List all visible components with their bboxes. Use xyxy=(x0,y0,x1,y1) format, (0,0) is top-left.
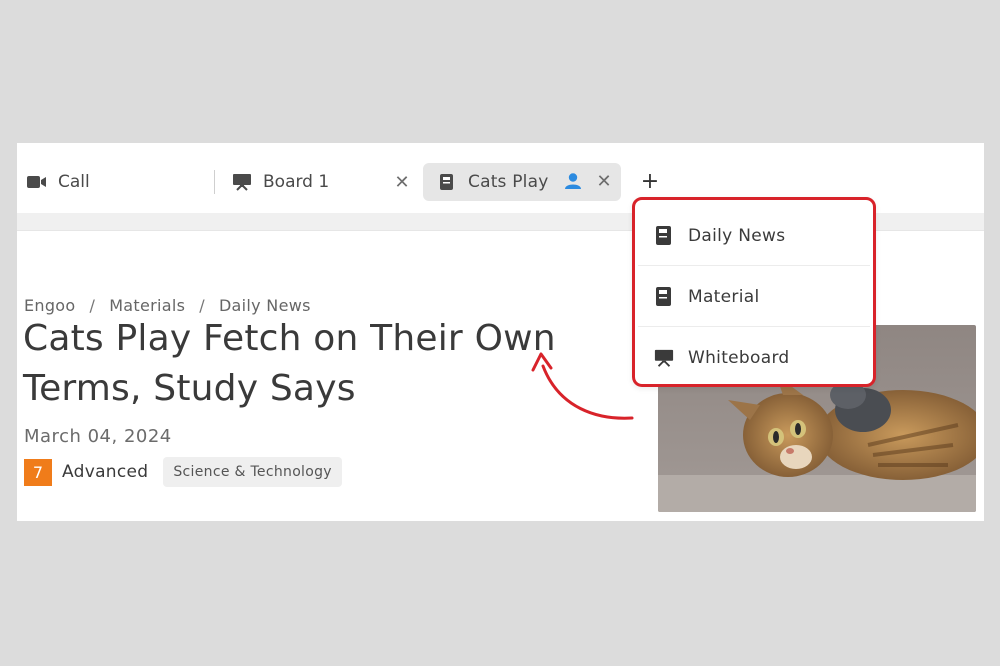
breadcrumb-separator: / xyxy=(199,296,205,315)
breadcrumb: Engoo / Materials / Daily News xyxy=(24,296,311,315)
video-camera-icon xyxy=(27,172,47,192)
tab-board-label: Board 1 xyxy=(263,172,330,192)
menu-item-label: Daily News xyxy=(688,225,786,246)
tab-cats-label: Cats Play xyxy=(468,172,549,192)
menu-item-whiteboard[interactable]: Whiteboard xyxy=(638,328,870,388)
tab-board-1[interactable]: Board 1 ✕ xyxy=(232,163,412,201)
add-tab-button[interactable]: + xyxy=(638,169,662,194)
level-badge: 7 xyxy=(24,458,52,486)
level-label: Advanced xyxy=(62,462,149,482)
article-date: March 04, 2024 xyxy=(24,426,172,447)
tab-call-label: Call xyxy=(58,172,90,192)
level-row: 7 Advanced Science & Technology xyxy=(24,457,342,487)
close-icon[interactable]: ✕ xyxy=(392,172,412,193)
book-icon xyxy=(654,225,674,247)
breadcrumb-engoo[interactable]: Engoo xyxy=(24,296,75,315)
whiteboard-icon xyxy=(232,172,252,192)
menu-item-label: Whiteboard xyxy=(688,348,790,368)
user-icon xyxy=(564,172,582,195)
tab-call[interactable]: Call xyxy=(27,163,207,201)
add-tab-dropdown: Daily News Material Whiteboard xyxy=(632,197,876,387)
menu-item-material[interactable]: Material xyxy=(638,267,870,327)
menu-item-label: Material xyxy=(688,286,760,307)
whiteboard-icon xyxy=(654,347,674,369)
menu-item-daily-news[interactable]: Daily News xyxy=(638,206,870,266)
category-tag[interactable]: Science & Technology xyxy=(163,457,342,487)
breadcrumb-separator: / xyxy=(89,296,96,315)
book-icon xyxy=(437,172,457,192)
close-icon[interactable]: ✕ xyxy=(594,171,614,192)
tab-cats-play[interactable]: Cats Play ✕ xyxy=(423,163,621,201)
tab-divider xyxy=(214,170,215,194)
breadcrumb-daily-news[interactable]: Daily News xyxy=(219,296,311,315)
book-icon xyxy=(654,286,674,308)
breadcrumb-materials[interactable]: Materials xyxy=(109,296,185,315)
